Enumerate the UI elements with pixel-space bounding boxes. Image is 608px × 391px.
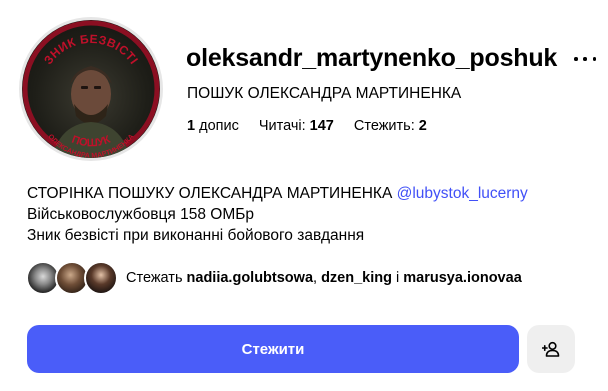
follower-avatar-3[interactable] [84,261,118,295]
avatar-top-text: ЗНИК БЕЗВІСТІ [41,32,140,67]
bio-line-3: Зник безвісті при виконанні бойового зав… [27,227,365,244]
following-count: 2 [418,118,427,134]
followers-count: 147 [309,118,334,134]
followed-by-conj: і [396,270,400,286]
profile-bio: СТОРІНКА ПОШУКУ ОЛЕКСАНДРА МАРТИНЕНКА @l… [27,183,528,246]
posts-count: 1 [187,118,196,134]
bio-line-1-text: СТОРІНКА ПОШУКУ ОЛЕКСАНДРА МАРТИНЕНКА [27,185,393,202]
suggested-accounts-button[interactable] [527,325,575,373]
following-label: Стежить: [353,118,415,134]
add-person-icon [542,341,560,357]
profile-avatar-ring[interactable]: ЗНИК БЕЗВІСТІ ПОШУК ОЛЕКСАНДРА МАРТИНЕНК… [19,17,163,161]
followed-by[interactable]: Стежать nadiia.golubtsowa, dzen_king і m… [26,261,522,295]
profile-username: oleksandr_martynenko_poshuk [186,44,558,72]
posts-label: допис [199,118,239,134]
followers-label: Читачі: [258,118,306,134]
followed-by-avatars[interactable] [26,261,120,295]
bio-line-2: Військовослужбовця 158 ОМБр [27,206,255,223]
profile-stats: 1 допис Читачі: 147 Стежить: 2 [187,118,427,134]
profile-avatar[interactable]: ЗНИК БЕЗВІСТІ ПОШУК ОЛЕКСАНДРА МАРТИНЕНК… [22,20,160,158]
more-options-button[interactable] [574,51,596,67]
avatar-image: ЗНИК БЕЗВІСТІ ПОШУК ОЛЕКСАНДРА МАРТИНЕНК… [22,20,160,158]
followed-by-prefix: Стежать [126,270,183,286]
followed-by-user-1[interactable]: nadiia.golubtsowa [187,270,313,286]
followed-by-user-2[interactable]: dzen_king [321,270,392,286]
svg-text:ЗНИК БЕЗВІСТІ: ЗНИК БЕЗВІСТІ [41,32,141,67]
posts-stat[interactable]: 1 допис [187,118,239,134]
more-horizontal-icon [574,57,578,61]
bio-mention-link[interactable]: @lubystok_lucerny [397,185,528,202]
bio-line-1: СТОРІНКА ПОШУКУ ОЛЕКСАНДРА МАРТИНЕНКА @l… [27,183,528,204]
profile-full-name: ПОШУК ОЛЕКСАНДРА МАРТИНЕНКА [187,85,462,102]
following-stat[interactable]: Стежить: 2 [354,118,427,134]
follow-button[interactable]: Стежити [27,325,519,373]
followed-by-text: Стежать nadiia.golubtsowa, dzen_king і m… [126,270,522,286]
followed-by-user-3[interactable]: marusya.ionovaa [403,270,521,286]
followers-stat[interactable]: Читачі: 147 [259,118,334,134]
